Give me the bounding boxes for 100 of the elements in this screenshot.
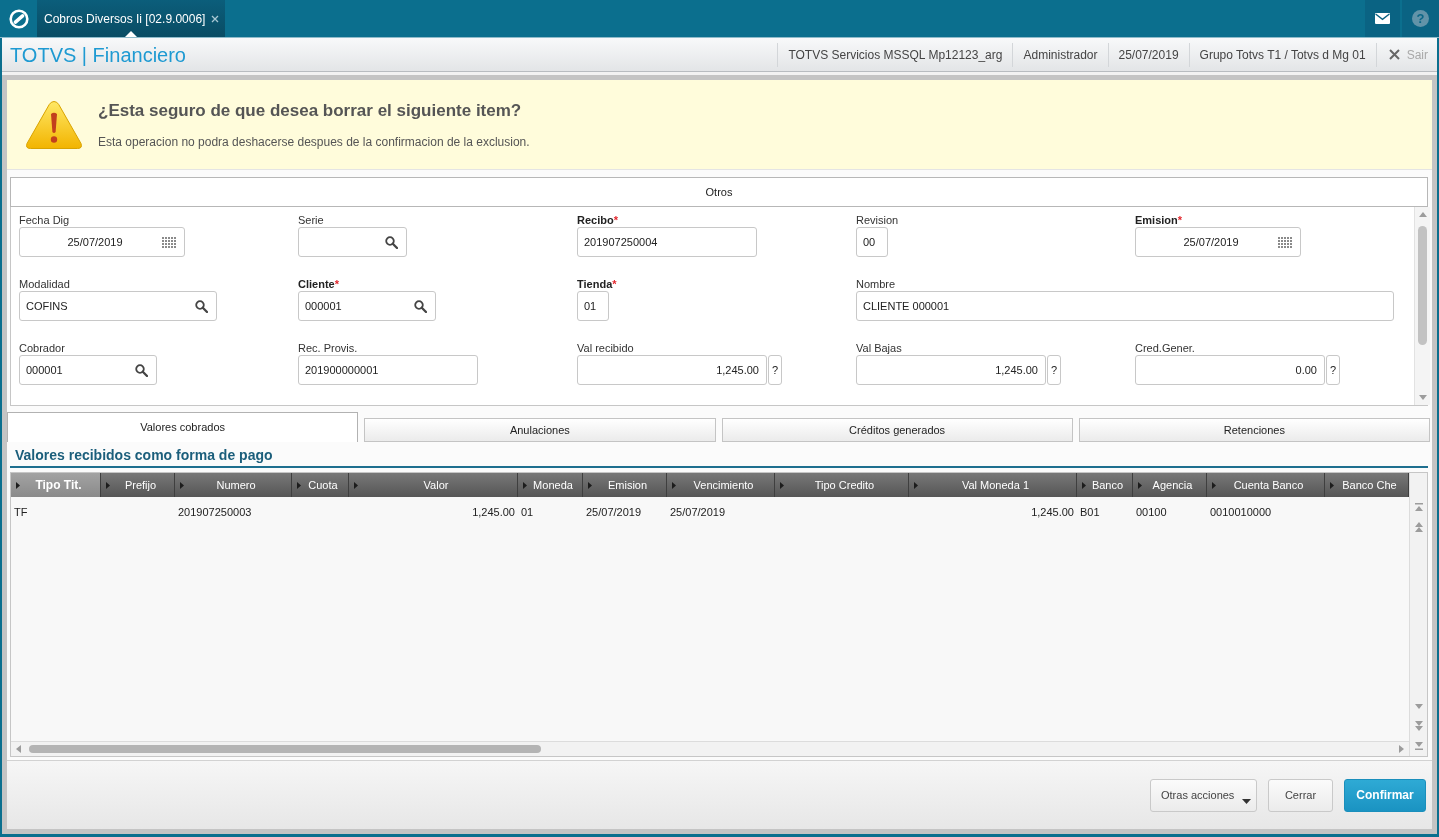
- header-info: Administrador: [1012, 42, 1108, 67]
- date-field[interactable]: 25/07/2019: [1135, 227, 1301, 257]
- close-icon: [1388, 49, 1400, 60]
- field-label: Rec. Provis.: [298, 342, 358, 355]
- column-header[interactable]: Vencimiento: [667, 473, 775, 497]
- field-label: Emision*: [1135, 214, 1183, 227]
- table-cell-text: 1,245.00: [1030, 504, 1075, 520]
- caret-icon[interactable]: [1330, 481, 1334, 489]
- text-field[interactable]: 201907250004: [577, 227, 757, 257]
- caret-icon[interactable]: [180, 481, 184, 489]
- header-info: Grupo Totvs T1 / Totvs d Mg 01: [1188, 42, 1376, 67]
- text-field[interactable]: 201900000001: [298, 355, 478, 385]
- search-icon[interactable]: [195, 299, 208, 313]
- caret-icon[interactable]: [106, 481, 110, 489]
- header-info: TOTVS Servicios MSSQL Mp12123_arg: [777, 42, 1013, 67]
- tab[interactable]: Valores cobrados: [7, 412, 359, 442]
- arrow-left-icon[interactable]: [16, 745, 21, 753]
- lookup-field[interactable]: 000001: [19, 355, 157, 385]
- caret-icon[interactable]: [16, 481, 20, 489]
- column-header[interactable]: Agencia: [1133, 473, 1207, 497]
- arrow-down-icon[interactable]: [1418, 395, 1427, 400]
- number-field[interactable]: 0.00: [1135, 355, 1325, 385]
- arrow-right-icon[interactable]: [1399, 745, 1404, 753]
- help-button[interactable]: ?: [1326, 355, 1340, 385]
- search-icon[interactable]: [135, 363, 148, 377]
- caret-icon[interactable]: [1138, 481, 1142, 489]
- field-label: Nombre: [856, 278, 896, 291]
- field-label: Val recibido: [577, 342, 634, 355]
- column-header[interactable]: Moneda: [518, 473, 583, 497]
- field-label: Cred.Gener.: [1135, 342, 1195, 355]
- text-field[interactable]: CLIENTE 000001: [856, 291, 1394, 321]
- field-label: Cliente*: [298, 278, 339, 291]
- header-info: 25/07/2019: [1107, 42, 1189, 67]
- app-tab[interactable]: Cobros Diversos Ii [02.9.0006]: [37, 0, 226, 37]
- column-header[interactable]: Numero: [175, 473, 292, 497]
- calendar-icon[interactable]: [162, 236, 176, 248]
- caret-icon[interactable]: [780, 481, 784, 489]
- arrow-up-bar-icon[interactable]: [1414, 503, 1423, 511]
- text-field[interactable]: 00: [856, 227, 888, 257]
- table-cell-text: 0010010000: [1209, 504, 1273, 520]
- number-field[interactable]: 1,245.00: [577, 355, 767, 385]
- double-arrow-up-icon[interactable]: [1414, 522, 1423, 532]
- search-icon[interactable]: [385, 235, 398, 249]
- number-field[interactable]: 1,245.00: [856, 355, 1046, 385]
- tab[interactable]: Anulaciones: [364, 418, 716, 442]
- arrow-down-bar-icon[interactable]: [1414, 742, 1423, 750]
- table-cell-text: B01: [1079, 504, 1101, 520]
- caret-icon[interactable]: [354, 481, 358, 489]
- tab[interactable]: Retenciones: [1078, 418, 1430, 442]
- lookup-field[interactable]: [298, 227, 407, 257]
- caret-icon[interactable]: [523, 481, 527, 489]
- panel-header: Otros: [10, 177, 1428, 207]
- field-label: Revision: [856, 214, 899, 227]
- caret-icon[interactable]: [1082, 481, 1086, 489]
- table-cell-text: TF: [13, 504, 29, 520]
- table-cell-text: 1,245.00: [471, 504, 516, 520]
- double-arrow-down-icon[interactable]: [1414, 721, 1423, 731]
- logo-icon: [8, 8, 29, 29]
- caret-icon: [1242, 798, 1251, 804]
- column-header[interactable]: Tipo Credito: [775, 473, 909, 497]
- scrollbar-thumb[interactable]: [1418, 226, 1427, 345]
- column-header[interactable]: Banco: [1077, 473, 1133, 497]
- text-field[interactable]: 01: [577, 291, 609, 321]
- caret-icon[interactable]: [1212, 481, 1216, 489]
- column-header[interactable]: Valor: [349, 473, 518, 497]
- column-header[interactable]: Banco Che: [1325, 473, 1409, 497]
- arrow-up-icon[interactable]: [1418, 212, 1427, 217]
- app-title: TOTVS | Financiero: [10, 42, 186, 67]
- help-button[interactable]: ?: [1047, 355, 1061, 385]
- column-header[interactable]: Prefijo: [101, 473, 175, 497]
- tab[interactable]: Créditos generados: [721, 418, 1073, 442]
- caret-icon[interactable]: [297, 481, 301, 489]
- caret-icon[interactable]: [914, 481, 918, 489]
- menu-button[interactable]: Otras acciones: [1150, 778, 1257, 812]
- warning-icon: [25, 99, 83, 150]
- search-icon[interactable]: [414, 299, 427, 313]
- close-icon[interactable]: [211, 14, 220, 23]
- calendar-icon[interactable]: [1278, 236, 1292, 248]
- lookup-field[interactable]: COFINS: [19, 291, 217, 321]
- field-label: Val Bajas: [856, 342, 902, 355]
- column-header[interactable]: Cuenta Banco: [1207, 473, 1325, 497]
- date-field[interactable]: 25/07/2019: [19, 227, 185, 257]
- arrow-down-icon[interactable]: [1414, 703, 1423, 709]
- table-cell-text: 01: [520, 504, 535, 520]
- field-label: Tienda*: [577, 278, 617, 291]
- field-label: Recibo*: [577, 214, 618, 227]
- caret-icon[interactable]: [672, 481, 676, 489]
- close-button[interactable]: Cerrar: [1268, 778, 1333, 812]
- mail-button[interactable]: [1365, 0, 1400, 37]
- table-cell-text: 201907250003: [177, 504, 253, 520]
- column-header[interactable]: Val Moneda 1: [909, 473, 1077, 497]
- column-header[interactable]: Emision: [583, 473, 667, 497]
- lookup-field[interactable]: 000001: [298, 291, 436, 321]
- field-label: Modalidad: [19, 278, 70, 291]
- scrollbar-thumb[interactable]: [29, 745, 541, 753]
- help-button[interactable]: ?: [768, 355, 782, 385]
- mail-icon: [1375, 13, 1390, 24]
- column-header[interactable]: Cuota: [292, 473, 349, 497]
- field-label: Serie: [298, 214, 324, 227]
- caret-icon[interactable]: [588, 481, 592, 489]
